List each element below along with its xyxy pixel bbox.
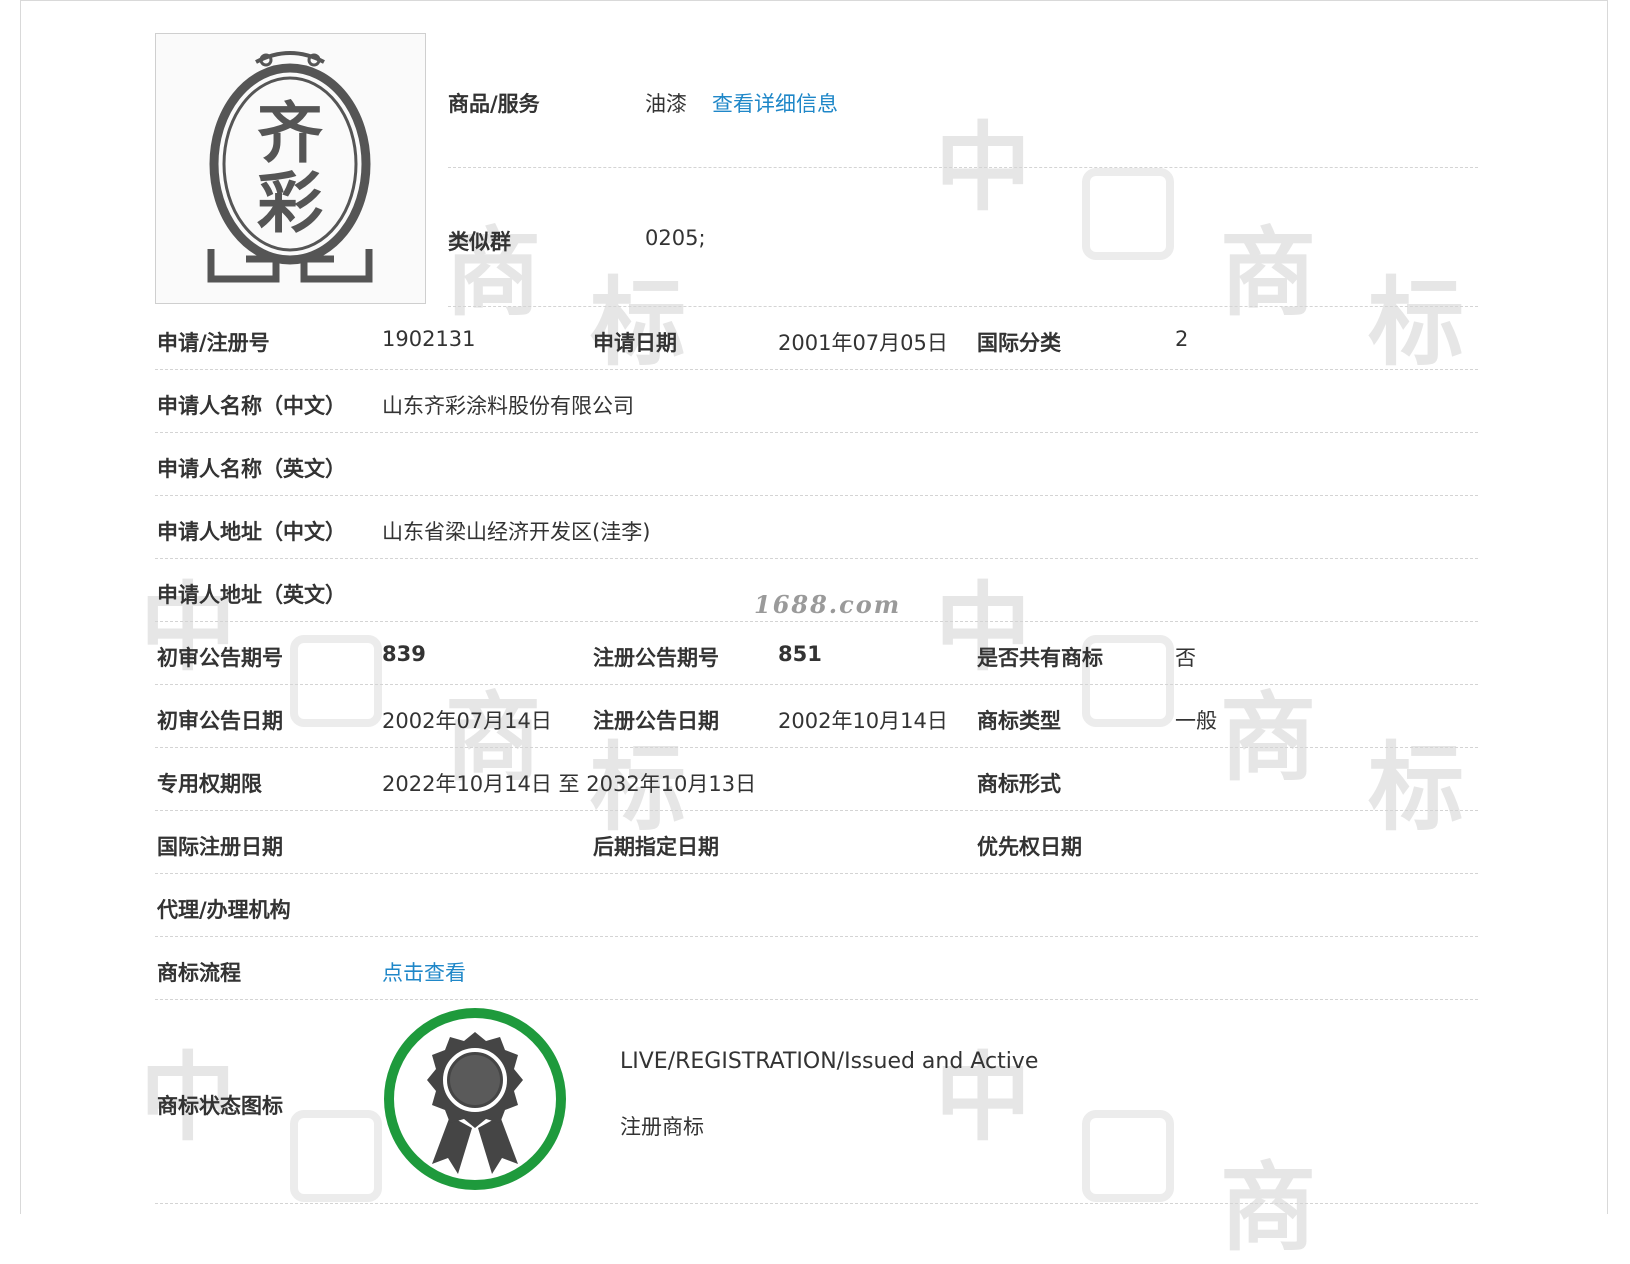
prelim-date-label: 初审公告日期 — [157, 709, 283, 733]
divider — [155, 495, 1478, 496]
prelim-no-value: 839 — [382, 642, 426, 666]
reg-no-value: 1902131 — [382, 327, 476, 351]
divider — [155, 936, 1478, 937]
mark-type-label: 商标类型 — [977, 709, 1061, 733]
address-en-label: 申请人地址（英文） — [157, 583, 346, 607]
goods-services-label: 商品/服务 — [448, 92, 540, 116]
divider — [155, 621, 1478, 622]
reg-pub-no-label: 注册公告期号 — [593, 646, 719, 670]
mark-form-label: 商标形式 — [977, 772, 1061, 796]
divider — [155, 873, 1478, 874]
mark-type-value: 一般 — [1175, 709, 1217, 733]
reg-pub-date-label: 注册公告日期 — [593, 709, 719, 733]
divider — [155, 684, 1478, 685]
shared-label: 是否共有商标 — [977, 646, 1103, 670]
applicant-en-label: 申请人名称（英文） — [157, 457, 346, 481]
shared-value: 否 — [1175, 646, 1196, 670]
similar-group-label: 类似群 — [448, 230, 511, 254]
goods-services-value: 油漆 — [645, 92, 687, 116]
divider — [155, 432, 1478, 433]
reg-no-label: 申请/注册号 — [157, 331, 270, 355]
later-designation-label: 后期指定日期 — [593, 835, 719, 859]
status-icon-label: 商标状态图标 — [157, 1094, 283, 1118]
site-watermark: 1688.com — [754, 590, 902, 619]
exclusive-period-label: 专用权期限 — [157, 772, 262, 796]
divider — [155, 810, 1478, 811]
prelim-date-value: 2002年07月14日 — [382, 709, 552, 733]
status-badge — [380, 1004, 570, 1194]
reg-pub-no-value: 851 — [778, 642, 822, 666]
divider — [448, 167, 1478, 168]
process-label: 商标流程 — [157, 961, 241, 985]
agent-label: 代理/办理机构 — [157, 898, 291, 922]
prelim-no-label: 初审公告期号 — [157, 646, 283, 670]
status-text-cn: 注册商标 — [620, 1115, 704, 1139]
apply-date-value: 2001年07月05日 — [778, 331, 948, 355]
divider — [155, 369, 1478, 370]
award-ribbon-icon — [384, 1008, 566, 1190]
apply-date-label: 申请日期 — [593, 331, 677, 355]
status-text-en: LIVE/REGISTRATION/Issued and Active — [620, 1049, 1039, 1074]
divider — [155, 999, 1478, 1000]
address-cn-label: 申请人地址（中文） — [157, 520, 346, 544]
intl-class-label: 国际分类 — [977, 331, 1061, 355]
similar-group-value: 0205; — [645, 226, 706, 250]
view-detail-link[interactable]: 查看详细信息 — [712, 88, 838, 118]
intl-class-value: 2 — [1175, 327, 1189, 351]
divider — [155, 1203, 1478, 1204]
reg-pub-date-value: 2002年10月14日 — [778, 709, 948, 733]
svg-text:彩: 彩 — [257, 165, 323, 242]
divider — [155, 558, 1478, 559]
trademark-logo: 齐 彩 — [207, 51, 373, 283]
applicant-cn-value: 山东齐彩涂料股份有限公司 — [382, 394, 634, 418]
exclusive-period-value: 2022年10月14日 至 2032年10月13日 — [382, 772, 757, 796]
trademark-image: 齐 彩 — [155, 33, 426, 304]
address-cn-value: 山东省梁山经济开发区(洼李) — [382, 520, 651, 544]
svg-text:齐: 齐 — [257, 95, 323, 172]
view-process-link[interactable]: 点击查看 — [382, 957, 466, 987]
intl-reg-date-label: 国际注册日期 — [157, 835, 283, 859]
divider — [448, 306, 1478, 307]
priority-date-label: 优先权日期 — [977, 835, 1082, 859]
applicant-cn-label: 申请人名称（中文） — [157, 394, 346, 418]
divider — [155, 747, 1478, 748]
